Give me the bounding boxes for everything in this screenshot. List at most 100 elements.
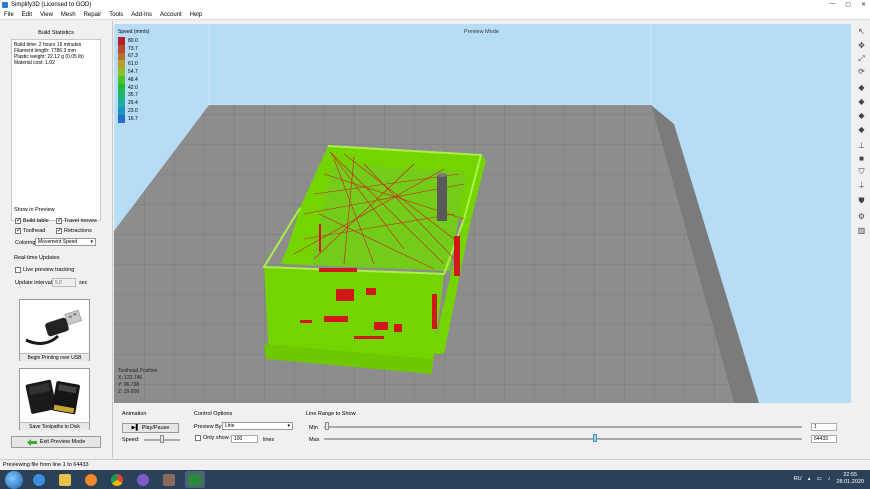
- preview-viewport[interactable]: Preview Mode Speed (mm/s) 80.0 73.7 67.3 61…: [114, 24, 851, 403]
- clock[interactable]: 22:55 28.01.2020: [836, 472, 864, 486]
- maximize-icon[interactable]: ▢: [845, 1, 851, 8]
- menu-file[interactable]: File: [0, 12, 18, 18]
- speed-legend: Speed (mm/s) 80.0 73.7 67.3 61.0 54.7 48.4 42.…: [118, 29, 149, 123]
- speed-legend-row: 61.0: [118, 60, 149, 69]
- show-in-preview-title: Show in Preview: [14, 207, 55, 213]
- menu-repair[interactable]: Repair: [80, 12, 106, 18]
- build-table-checkbox[interactable]: Build table: [15, 217, 49, 224]
- menu-help[interactable]: Help: [186, 12, 206, 18]
- taskbar-explorer-icon[interactable]: [55, 471, 75, 488]
- exit-preview-button[interactable]: Exit Preview Mode: [11, 436, 101, 448]
- layers-icon[interactable]: ▥: [856, 225, 867, 236]
- speed-legend-value: 42.0: [128, 84, 138, 91]
- update-interval-spinner[interactable]: 5.0: [52, 278, 76, 287]
- save-toolpaths-caption: Save Toolpaths to Disk: [20, 422, 89, 430]
- checkbox-icon: [15, 227, 21, 234]
- axes-icon[interactable]: ⊥: [856, 140, 867, 151]
- min-slider-track[interactable]: [324, 426, 802, 428]
- right-toolbar: ↖ ✥ ⤢ ⟳ ◆ ◆ ◆ ◆ ⊥ ■ ⛉ ⍊ ⛊ ⚙ ▥: [852, 24, 870, 244]
- support-icon[interactable]: ⛊: [856, 195, 867, 206]
- only-show-lines-input[interactable]: 100: [231, 435, 258, 443]
- speed-legend-value: 23.0: [128, 108, 138, 115]
- toolhead-z: Z: 29.600: [118, 389, 140, 395]
- stat-material-cost: Material cost: 1.02: [14, 60, 55, 66]
- min-line-input[interactable]: 1: [811, 423, 837, 431]
- build-statistics-box: Build time: 2 hours 15 minutes Filament …: [11, 39, 101, 221]
- usb-cable-icon: [20, 300, 89, 353]
- max-line-input[interactable]: 64433: [811, 435, 837, 443]
- speed-legend-swatch: [118, 52, 125, 61]
- realtime-updates-title: Real-time Updates: [14, 255, 60, 261]
- start-button-icon[interactable]: [5, 470, 23, 489]
- tray-chevron-up-icon[interactable]: ▴: [808, 476, 811, 482]
- menu-bar: File Edit View Mesh Repair Tools Add-Ins…: [0, 10, 870, 20]
- retractions-checkbox[interactable]: Retractions: [56, 227, 92, 234]
- gear-icon[interactable]: ⚙: [856, 211, 867, 222]
- travel-moves-checkbox[interactable]: Travel moves: [56, 217, 97, 224]
- min-slider-thumb[interactable]: [325, 422, 329, 430]
- checkbox-icon: [56, 227, 62, 234]
- view-side-icon[interactable]: ◆: [856, 124, 867, 135]
- taskbar-chrome-icon[interactable]: [107, 471, 127, 488]
- taskbar-simplify3d-icon[interactable]: [185, 471, 205, 488]
- coloring-select[interactable]: Movement Speed ▾: [35, 238, 96, 246]
- speed-legend-row: 42.0: [118, 83, 149, 92]
- minimize-icon[interactable]: —: [829, 1, 835, 8]
- move-icon[interactable]: ✥: [856, 40, 867, 51]
- save-toolpaths-card[interactable]: Save Toolpaths to Disk: [19, 368, 90, 430]
- measure-icon[interactable]: ⍊: [856, 179, 867, 190]
- animation-title: Animation: [122, 411, 147, 417]
- build-table-label: Build table: [23, 218, 49, 224]
- view-top-icon[interactable]: ◆: [856, 96, 867, 107]
- live-tracking-checkbox[interactable]: Live preview tracking: [15, 267, 74, 273]
- volume-icon[interactable]: ♪: [828, 476, 831, 482]
- scale-icon[interactable]: ⤢: [856, 53, 867, 64]
- speed-legend-row: 73.7: [118, 44, 149, 53]
- speed-slider-thumb[interactable]: [160, 435, 164, 443]
- menu-add-ins[interactable]: Add-Ins: [127, 12, 156, 18]
- speed-legend-swatch: [118, 83, 125, 92]
- max-slider-thumb[interactable]: [593, 434, 597, 442]
- checkbox-icon: [15, 267, 21, 273]
- close-icon[interactable]: ✕: [861, 1, 866, 8]
- speed-legend-value: 16.7: [128, 115, 138, 122]
- speed-legend-value: 29.4: [128, 100, 138, 107]
- taskbar-media-icon[interactable]: [81, 471, 101, 488]
- view-front-icon[interactable]: ◆: [856, 110, 867, 121]
- menu-edit[interactable]: Edit: [18, 12, 36, 18]
- speed-legend-swatch: [118, 37, 125, 45]
- taskbar-ie-icon[interactable]: [29, 471, 49, 488]
- solid-view-icon[interactable]: ■: [856, 153, 867, 164]
- usb-print-card[interactable]: Begin Printing over USB: [19, 299, 90, 361]
- only-show-lines-value: 100: [234, 436, 243, 442]
- cross-section-icon[interactable]: ⛉: [856, 166, 867, 177]
- toolhead-y: Y: 96.738: [118, 382, 140, 388]
- menu-view[interactable]: View: [36, 12, 57, 18]
- lines-label: lines: [263, 437, 275, 443]
- update-interval-unit: sec: [79, 280, 88, 286]
- speed-legend-row: 48.4: [118, 75, 149, 84]
- green-arrow-icon: [26, 438, 37, 446]
- menu-mesh[interactable]: Mesh: [57, 12, 80, 18]
- only-show-checkbox[interactable]: Only show: [195, 435, 229, 441]
- menu-account[interactable]: Account: [156, 12, 186, 18]
- coloring-label: Coloring: [15, 240, 36, 246]
- taskbar-viber-icon[interactable]: [133, 471, 153, 488]
- speed-legend-swatch: [118, 114, 125, 123]
- system-tray: RU ▴ ▭ ♪ 22:55 28.01.2020: [794, 472, 864, 486]
- language-indicator[interactable]: RU: [794, 476, 802, 482]
- left-panel: Build Statistics Build time: 2 hours 15 …: [0, 21, 113, 458]
- toolhead-checkbox[interactable]: Toolhead: [15, 227, 46, 234]
- toolhead-position: Toolhead Position X: 122.746 Y: 96.738 Z…: [118, 368, 157, 396]
- preview-by-select[interactable]: Line ▾: [222, 422, 293, 430]
- max-slider-track[interactable]: [324, 438, 802, 440]
- menu-tools[interactable]: Tools: [105, 12, 127, 18]
- network-icon[interactable]: ▭: [817, 476, 822, 482]
- play-pause-button[interactable]: ▶▌ Play/Pause: [122, 423, 179, 433]
- rotate-icon[interactable]: ⟳: [856, 66, 867, 77]
- speed-legend-value: 61.0: [128, 61, 138, 68]
- toolhead-label: Toolhead: [23, 228, 46, 234]
- taskbar-app-icon[interactable]: [159, 471, 179, 488]
- view-default-icon[interactable]: ◆: [856, 82, 867, 93]
- select-cursor-icon[interactable]: ↖: [856, 26, 867, 37]
